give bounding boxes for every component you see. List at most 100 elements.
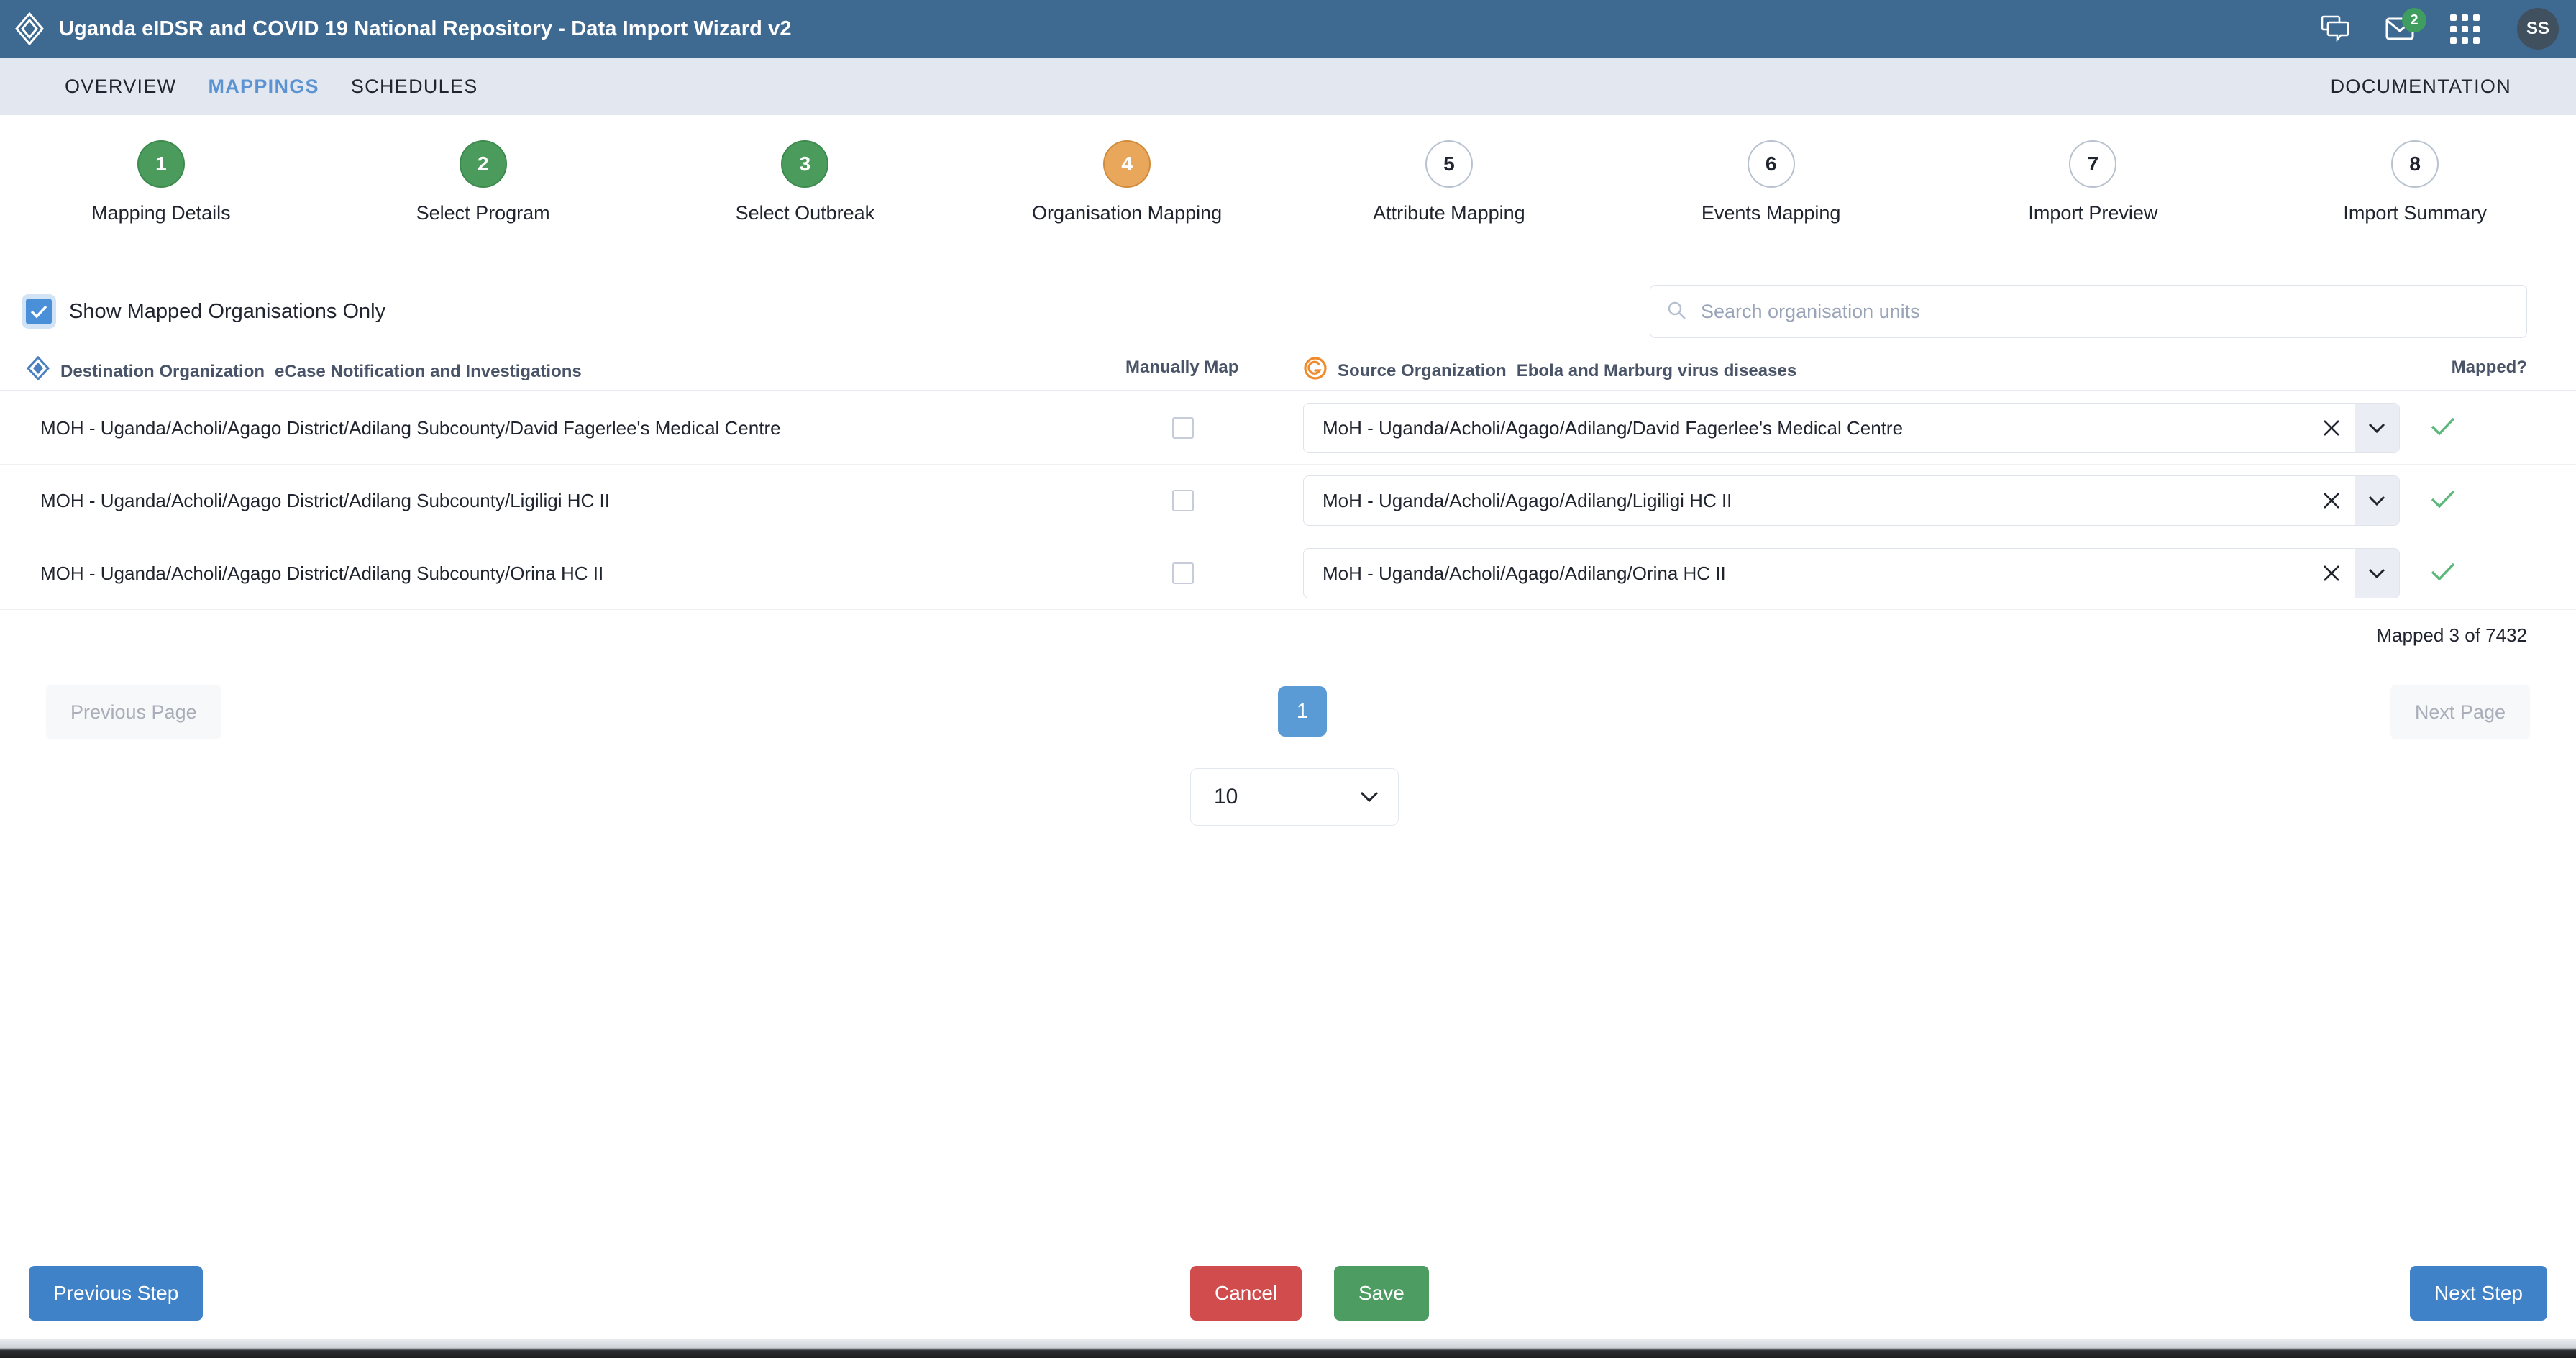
next-page-button[interactable]: Next Page bbox=[2390, 685, 2530, 739]
header-source-title: Source Organization bbox=[1338, 360, 1507, 380]
step-circle: 7 bbox=[2069, 140, 2117, 188]
manually-map-cell bbox=[1172, 417, 1194, 439]
step-events-mapping[interactable]: 6 Events Mapping bbox=[1610, 140, 1932, 224]
link-documentation[interactable]: DOCUMENTATION bbox=[2315, 76, 2527, 98]
tab-mappings[interactable]: MAPPINGS bbox=[192, 76, 334, 98]
header-manually-map: Manually Map bbox=[1125, 357, 1239, 377]
mapped-status bbox=[2431, 416, 2455, 440]
previous-page-button[interactable]: Previous Page bbox=[46, 685, 221, 739]
page-size-select[interactable]: 10 bbox=[1190, 768, 1399, 826]
step-select-outbreak[interactable]: 3 Select Outbreak bbox=[644, 140, 967, 224]
step-label: Select Program bbox=[416, 202, 550, 224]
source-organization-select[interactable]: MoH - Uganda/Acholi/Agago/Adilang/Orina … bbox=[1303, 548, 2400, 598]
step-label: Events Mapping bbox=[1701, 202, 1841, 224]
dhis2-diamond-icon bbox=[26, 355, 50, 387]
filter-row: Show Mapped Organisations Only bbox=[0, 285, 2576, 338]
header-source-subtitle: Ebola and Marburg virus diseases bbox=[1516, 360, 1797, 380]
table-row: MOH - Uganda/Acholi/Agago District/Adila… bbox=[0, 392, 2576, 465]
step-attribute-mapping[interactable]: 5 Attribute Mapping bbox=[1288, 140, 1610, 224]
step-circle: 5 bbox=[1425, 140, 1473, 188]
dhis2-logo-icon[interactable] bbox=[0, 0, 59, 58]
header-destination-subtitle: eCase Notification and Investigations bbox=[275, 361, 582, 381]
destination-organization-value: MOH - Uganda/Acholi/Agago District/Adila… bbox=[40, 489, 610, 511]
chevron-down-icon[interactable] bbox=[2355, 476, 2399, 525]
manually-map-checkbox[interactable] bbox=[1172, 417, 1194, 439]
step-circle: 2 bbox=[459, 140, 507, 188]
step-label: Organisation Mapping bbox=[1032, 202, 1223, 224]
chat-bubbles-icon[interactable] bbox=[2319, 12, 2352, 45]
step-select-program[interactable]: 2 Select Program bbox=[322, 140, 644, 224]
save-button[interactable]: Save bbox=[1334, 1266, 1429, 1321]
step-organisation-mapping[interactable]: 4 Organisation Mapping bbox=[966, 140, 1288, 224]
close-x-icon[interactable] bbox=[2308, 476, 2355, 525]
step-import-preview[interactable]: 7 Import Preview bbox=[1932, 140, 2255, 224]
app-header: Uganda eIDSR and COVID 19 National Repos… bbox=[0, 0, 2576, 58]
step-circle: 1 bbox=[137, 140, 185, 188]
close-x-icon[interactable] bbox=[2308, 549, 2355, 598]
search-input[interactable] bbox=[1701, 300, 2511, 323]
chevron-down-icon[interactable] bbox=[2355, 404, 2399, 452]
header-destination-title: Destination Organization bbox=[60, 361, 265, 381]
tab-overview[interactable]: OVERVIEW bbox=[49, 76, 192, 98]
check-icon bbox=[2431, 489, 2455, 513]
apps-grid-icon[interactable] bbox=[2448, 12, 2481, 45]
source-organization-value: MoH - Uganda/Acholi/Agago/Adilang/Orina … bbox=[1323, 562, 1726, 584]
step-mapping-details[interactable]: 1 Mapping Details bbox=[0, 140, 322, 224]
manually-map-cell bbox=[1172, 490, 1194, 511]
header-actions: 2 SS bbox=[2319, 0, 2559, 58]
chevron-down-icon bbox=[1359, 785, 1379, 809]
screen-bottom-edge bbox=[0, 1339, 2576, 1358]
destination-organization-value: MOH - Uganda/Acholi/Agago District/Adila… bbox=[40, 416, 781, 439]
header-mapped: Mapped? bbox=[2451, 357, 2527, 377]
page-size-value: 10 bbox=[1214, 785, 1238, 808]
previous-step-button[interactable]: Previous Step bbox=[29, 1266, 204, 1321]
main-nav: OVERVIEW MAPPINGS SCHEDULES DOCUMENTATIO… bbox=[0, 58, 2576, 115]
source-organization-select[interactable]: MoH - Uganda/Acholi/Agago/Adilang/David … bbox=[1303, 403, 2400, 453]
source-organization-value: MoH - Uganda/Acholi/Agago/Adilang/David … bbox=[1323, 416, 1904, 439]
table-row: MOH - Uganda/Acholi/Agago District/Adila… bbox=[0, 537, 2576, 610]
magnifier-icon bbox=[1666, 300, 1686, 324]
source-organization-select[interactable]: MoH - Uganda/Acholi/Agago/Adilang/Ligili… bbox=[1303, 475, 2400, 526]
manually-map-cell bbox=[1172, 562, 1194, 584]
mapped-status bbox=[2431, 489, 2455, 513]
mail-unread-badge: 2 bbox=[2402, 8, 2426, 32]
mapped-count-label: Mapped 3 of 7432 bbox=[2376, 624, 2527, 646]
manually-map-checkbox[interactable] bbox=[1172, 562, 1194, 584]
step-label: Import Preview bbox=[2028, 202, 2158, 224]
check-icon bbox=[2431, 562, 2455, 585]
step-label: Select Outbreak bbox=[735, 202, 875, 224]
step-circle: 3 bbox=[781, 140, 829, 188]
step-import-summary[interactable]: 8 Import Summary bbox=[2254, 140, 2576, 224]
pagination: Previous Page 1 Next Page bbox=[0, 685, 2576, 742]
godata-circle-icon bbox=[1303, 356, 1328, 386]
destination-organization-value: MOH - Uganda/Acholi/Agago District/Adila… bbox=[40, 562, 604, 584]
mapping-table-body: MOH - Uganda/Acholi/Agago District/Adila… bbox=[0, 392, 2576, 610]
checkbox-checked-icon bbox=[26, 299, 52, 324]
next-step-button[interactable]: Next Step bbox=[2410, 1266, 2547, 1321]
data-import-wizard-page: Uganda eIDSR and COVID 19 National Repos… bbox=[0, 0, 2576, 1358]
step-label: Import Summary bbox=[2343, 202, 2487, 224]
step-label: Mapping Details bbox=[91, 202, 231, 224]
step-circle: 6 bbox=[1747, 140, 1795, 188]
search-organisation-units[interactable] bbox=[1650, 285, 2527, 338]
envelope-icon[interactable]: 2 bbox=[2383, 8, 2426, 45]
page-number-1[interactable]: 1 bbox=[1278, 686, 1327, 737]
app-title: Uganda eIDSR and COVID 19 National Repos… bbox=[59, 17, 792, 40]
source-organization-value: MoH - Uganda/Acholi/Agago/Adilang/Ligili… bbox=[1323, 489, 1732, 511]
cancel-button[interactable]: Cancel bbox=[1190, 1266, 1302, 1321]
tab-schedules[interactable]: SCHEDULES bbox=[335, 76, 494, 98]
step-circle: 4 bbox=[1103, 140, 1151, 188]
table-header: Destination Organization eCase Notificat… bbox=[0, 355, 2576, 391]
chevron-down-icon[interactable] bbox=[2355, 549, 2399, 598]
show-mapped-only-label: Show Mapped Organisations Only bbox=[69, 299, 386, 323]
close-x-icon[interactable] bbox=[2308, 404, 2355, 452]
show-mapped-only-toggle[interactable]: Show Mapped Organisations Only bbox=[26, 299, 385, 324]
manually-map-checkbox[interactable] bbox=[1172, 490, 1194, 511]
step-label: Attribute Mapping bbox=[1373, 202, 1525, 224]
step-circle: 8 bbox=[2391, 140, 2439, 188]
mapped-status bbox=[2431, 562, 2455, 585]
table-row: MOH - Uganda/Acholi/Agago District/Adila… bbox=[0, 465, 2576, 537]
avatar[interactable]: SS bbox=[2517, 8, 2559, 50]
header-destination-organization: Destination Organization eCase Notificat… bbox=[26, 355, 582, 387]
header-source-organization: Source Organization Ebola and Marburg vi… bbox=[1303, 356, 1796, 386]
